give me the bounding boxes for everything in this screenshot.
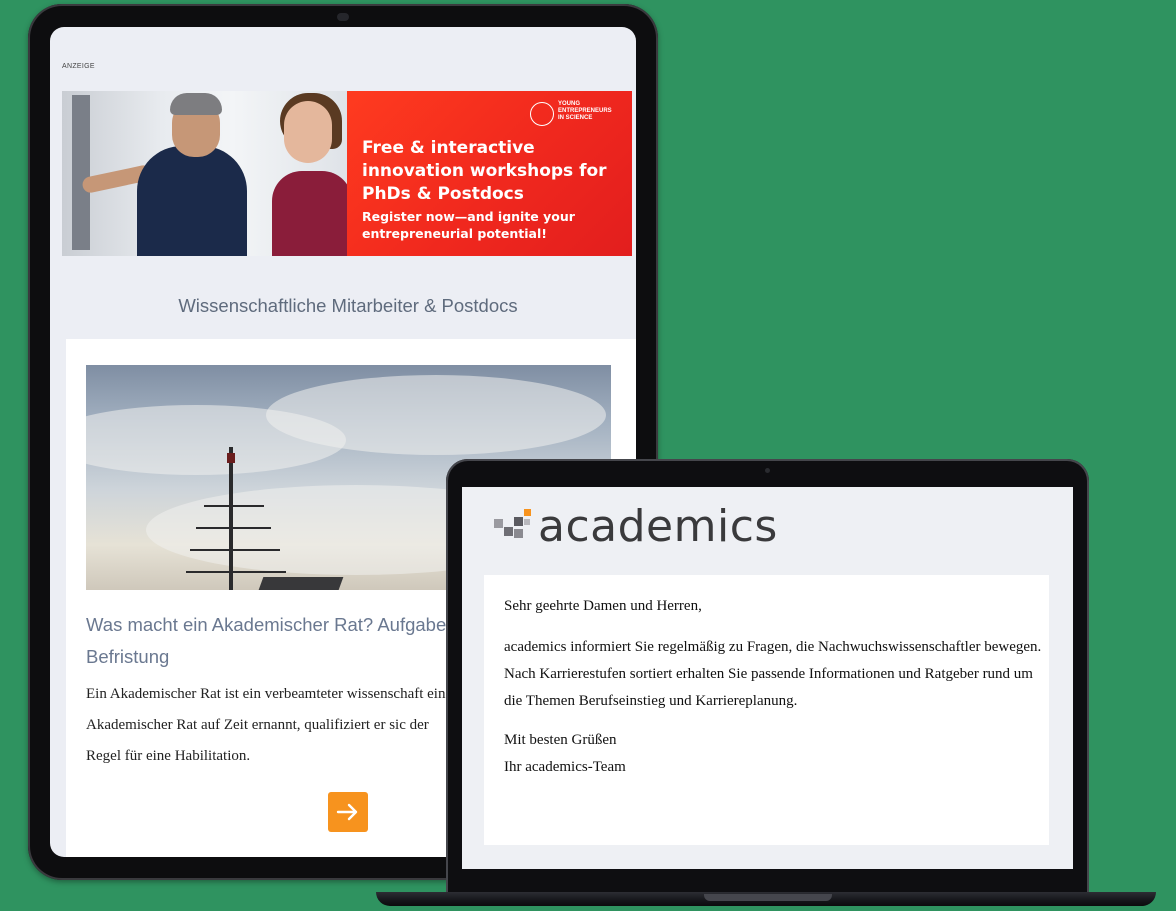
mast-yard — [190, 549, 280, 551]
ship-hull — [258, 577, 344, 590]
section-title: Wissenschaftliche Mitarbeiter & Postdocs — [178, 295, 518, 316]
laptop-camera — [765, 468, 770, 473]
ad-text-panel: YOUNG ENTREPRENEURS IN SCIENCE Free & in… — [347, 91, 632, 256]
read-more-button[interactable] — [328, 792, 368, 832]
laptop-device: academics Sehr geehrte Damen und Herren,… — [446, 459, 1089, 901]
ad-logo-text: YOUNG ENTREPRENEURS IN SCIENCE — [558, 101, 612, 121]
tablet-camera — [337, 13, 349, 21]
email-greeting: Sehr geehrte Damen und Herren, — [504, 598, 702, 614]
ad-label: ANZEIGE — [62, 63, 95, 70]
email-header: academics — [462, 487, 1073, 567]
hair-shape — [170, 93, 222, 115]
mast-yard — [196, 527, 271, 529]
cloud-shape — [266, 375, 606, 455]
article-title[interactable]: Was macht ein Akademischer Rat? Aufgabe … — [86, 609, 456, 673]
arrow-right-icon — [336, 803, 358, 821]
laptop-notch — [704, 894, 832, 901]
whiteboard-shape — [72, 95, 90, 250]
laptop-screen: academics Sehr geehrte Damen und Herren,… — [462, 487, 1073, 869]
ad-banner[interactable]: YOUNG ENTREPRENEURS IN SCIENCE Free & in… — [62, 91, 632, 256]
person-shape — [272, 171, 352, 256]
ad-subline: Register now—and ignite your entrepreneu… — [362, 209, 575, 241]
email-paragraph: academics informiert Sie regelmäßig zu F… — [504, 639, 1042, 709]
mast-yard — [204, 505, 264, 507]
academics-logo-icon — [494, 509, 531, 538]
ship-mast — [229, 447, 233, 590]
ad-headline: Free & interactive innovation workshops … — [362, 138, 607, 204]
person-shape — [137, 146, 247, 256]
email-closing: Mit besten Grüßen — [504, 732, 617, 748]
email-signature: Ihr academics-Team — [504, 759, 626, 775]
mast-yard — [186, 571, 286, 573]
article-teaser: Ein Akademischer Rat ist ein verbeamtete… — [86, 686, 446, 764]
email-body: Sehr geehrte Damen und Herren, academics… — [484, 575, 1049, 845]
ship-flag — [227, 453, 235, 463]
academics-logo-text: academics — [538, 501, 778, 552]
ad-logo-icon — [530, 102, 554, 126]
ad-photo — [62, 91, 352, 256]
head-shape — [284, 101, 332, 163]
